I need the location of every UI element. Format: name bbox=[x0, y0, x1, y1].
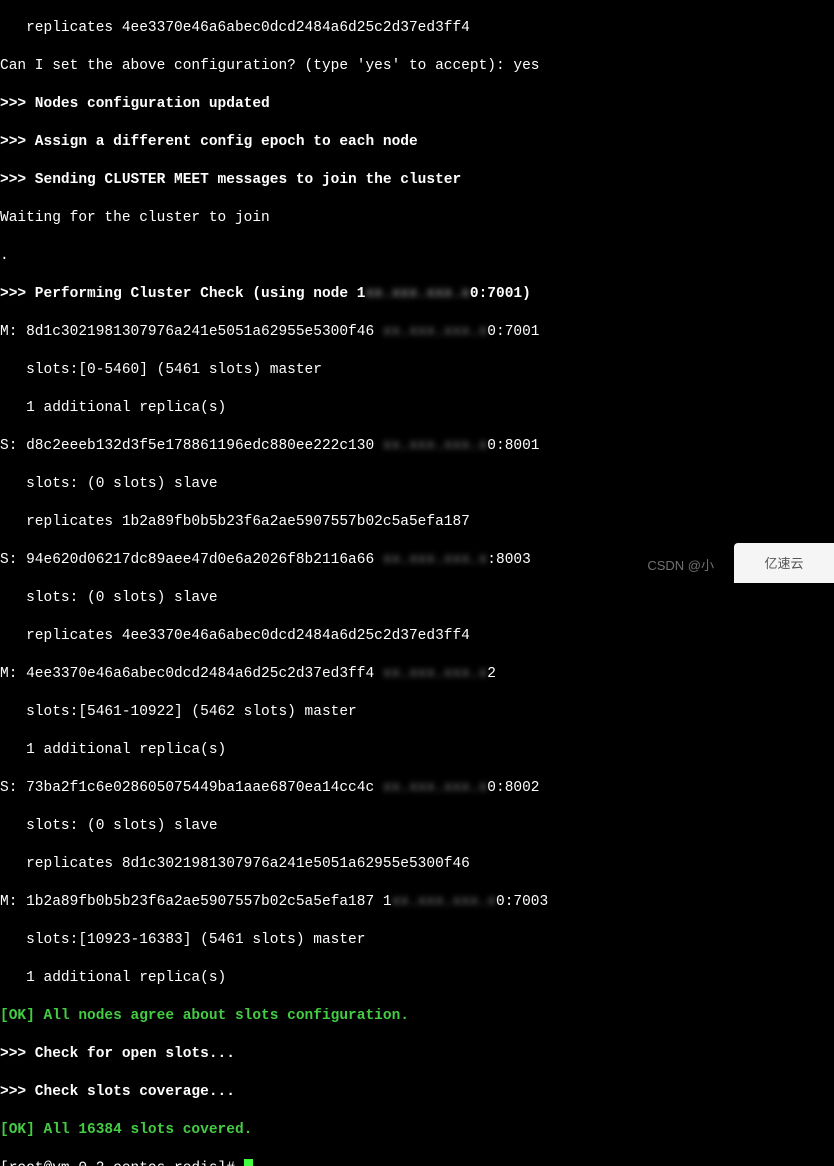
output-line: . bbox=[0, 247, 834, 266]
output-line: >>> Assign a different config epoch to e… bbox=[0, 133, 834, 152]
output-line: >>> Check for open slots... bbox=[0, 1045, 834, 1064]
yisu-watermark: 亿速云 bbox=[734, 543, 834, 583]
prompt-line[interactable]: [root@vm-0-2-centos redis]# bbox=[0, 1159, 834, 1166]
text: 0:8001 bbox=[487, 438, 539, 454]
text: 0:7003 bbox=[496, 894, 548, 910]
text: 2 bbox=[487, 666, 496, 682]
csdn-watermark: CSDN @小 bbox=[647, 556, 714, 575]
output-line: M: 1b2a89fb0b5b23f6a2ae5907557b02c5a5efa… bbox=[0, 893, 834, 912]
output-line: replicates 4ee3370e46a6abec0dcd2484a6d25… bbox=[0, 19, 834, 38]
text: M: 8d1c3021981307976a241e5051a62955e5300… bbox=[0, 324, 383, 340]
output-line: replicates 8d1c3021981307976a241e5051a62… bbox=[0, 855, 834, 874]
text: :8003 bbox=[487, 552, 531, 568]
text: S: 94e620d06217dc89aee47d0e6a2026f8b2116… bbox=[0, 552, 383, 568]
output-line: Waiting for the cluster to join bbox=[0, 209, 834, 228]
redacted-ip: xx.xxx.xxx.x bbox=[383, 552, 487, 568]
output-line: slots: (0 slots) slave bbox=[0, 817, 834, 836]
output-line: slots:[0-5460] (5461 slots) master bbox=[0, 361, 834, 380]
redacted-ip: xx.xxx.xxx.x bbox=[365, 286, 469, 302]
redacted-ip: xx.xxx.xxx.x bbox=[383, 324, 487, 340]
text: S: d8c2eeeb132d3f5e178861196edc880ee222c… bbox=[0, 438, 383, 454]
output-ok-line: [OK] All 16384 slots covered. bbox=[0, 1121, 834, 1140]
text: >>> Performing Cluster Check (using node… bbox=[0, 286, 365, 302]
shell-prompt: [root@vm-0-2-centos redis]# bbox=[0, 1160, 244, 1166]
output-line: slots: (0 slots) slave bbox=[0, 475, 834, 494]
redacted-ip: xx.xxx.xxx.x bbox=[392, 894, 496, 910]
output-line: replicates 4ee3370e46a6abec0dcd2484a6d25… bbox=[0, 627, 834, 646]
cursor-icon bbox=[244, 1159, 253, 1166]
redacted-ip: xx.xxx.xxx.x bbox=[383, 438, 487, 454]
output-line: 1 additional replica(s) bbox=[0, 969, 834, 988]
output-line: slots:[10923-16383] (5461 slots) master bbox=[0, 931, 834, 950]
output-line: 1 additional replica(s) bbox=[0, 399, 834, 418]
output-line: M: 8d1c3021981307976a241e5051a62955e5300… bbox=[0, 323, 834, 342]
text: M: 4ee3370e46a6abec0dcd2484a6d25c2d37ed3… bbox=[0, 666, 383, 682]
output-line: S: d8c2eeeb132d3f5e178861196edc880ee222c… bbox=[0, 437, 834, 456]
output-line: >>> Performing Cluster Check (using node… bbox=[0, 285, 834, 304]
output-line: slots: (0 slots) slave bbox=[0, 589, 834, 608]
output-ok-line: [OK] All nodes agree about slots configu… bbox=[0, 1007, 834, 1026]
text: 0:7001) bbox=[470, 286, 531, 302]
text: 0:8002 bbox=[487, 780, 539, 796]
output-line: 1 additional replica(s) bbox=[0, 741, 834, 760]
output-line: replicates 1b2a89fb0b5b23f6a2ae5907557b0… bbox=[0, 513, 834, 532]
text: S: 73ba2f1c6e028605075449ba1aae6870ea14c… bbox=[0, 780, 383, 796]
text: M: 1b2a89fb0b5b23f6a2ae5907557b02c5a5efa… bbox=[0, 894, 392, 910]
terminal-output: replicates 4ee3370e46a6abec0dcd2484a6d25… bbox=[0, 0, 834, 1166]
redacted-ip: xx.xxx.xxx.x bbox=[383, 780, 487, 796]
redacted-ip: xx.xxx.xxx.x bbox=[383, 666, 487, 682]
output-line: >>> Check slots coverage... bbox=[0, 1083, 834, 1102]
output-line: >>> Sending CLUSTER MEET messages to joi… bbox=[0, 171, 834, 190]
output-line: slots:[5461-10922] (5462 slots) master bbox=[0, 703, 834, 722]
output-line: M: 4ee3370e46a6abec0dcd2484a6d25c2d37ed3… bbox=[0, 665, 834, 684]
text: 0:7001 bbox=[487, 324, 539, 340]
output-line: S: 73ba2f1c6e028605075449ba1aae6870ea14c… bbox=[0, 779, 834, 798]
output-line: >>> Nodes configuration updated bbox=[0, 95, 834, 114]
output-line: Can I set the above configuration? (type… bbox=[0, 57, 834, 76]
